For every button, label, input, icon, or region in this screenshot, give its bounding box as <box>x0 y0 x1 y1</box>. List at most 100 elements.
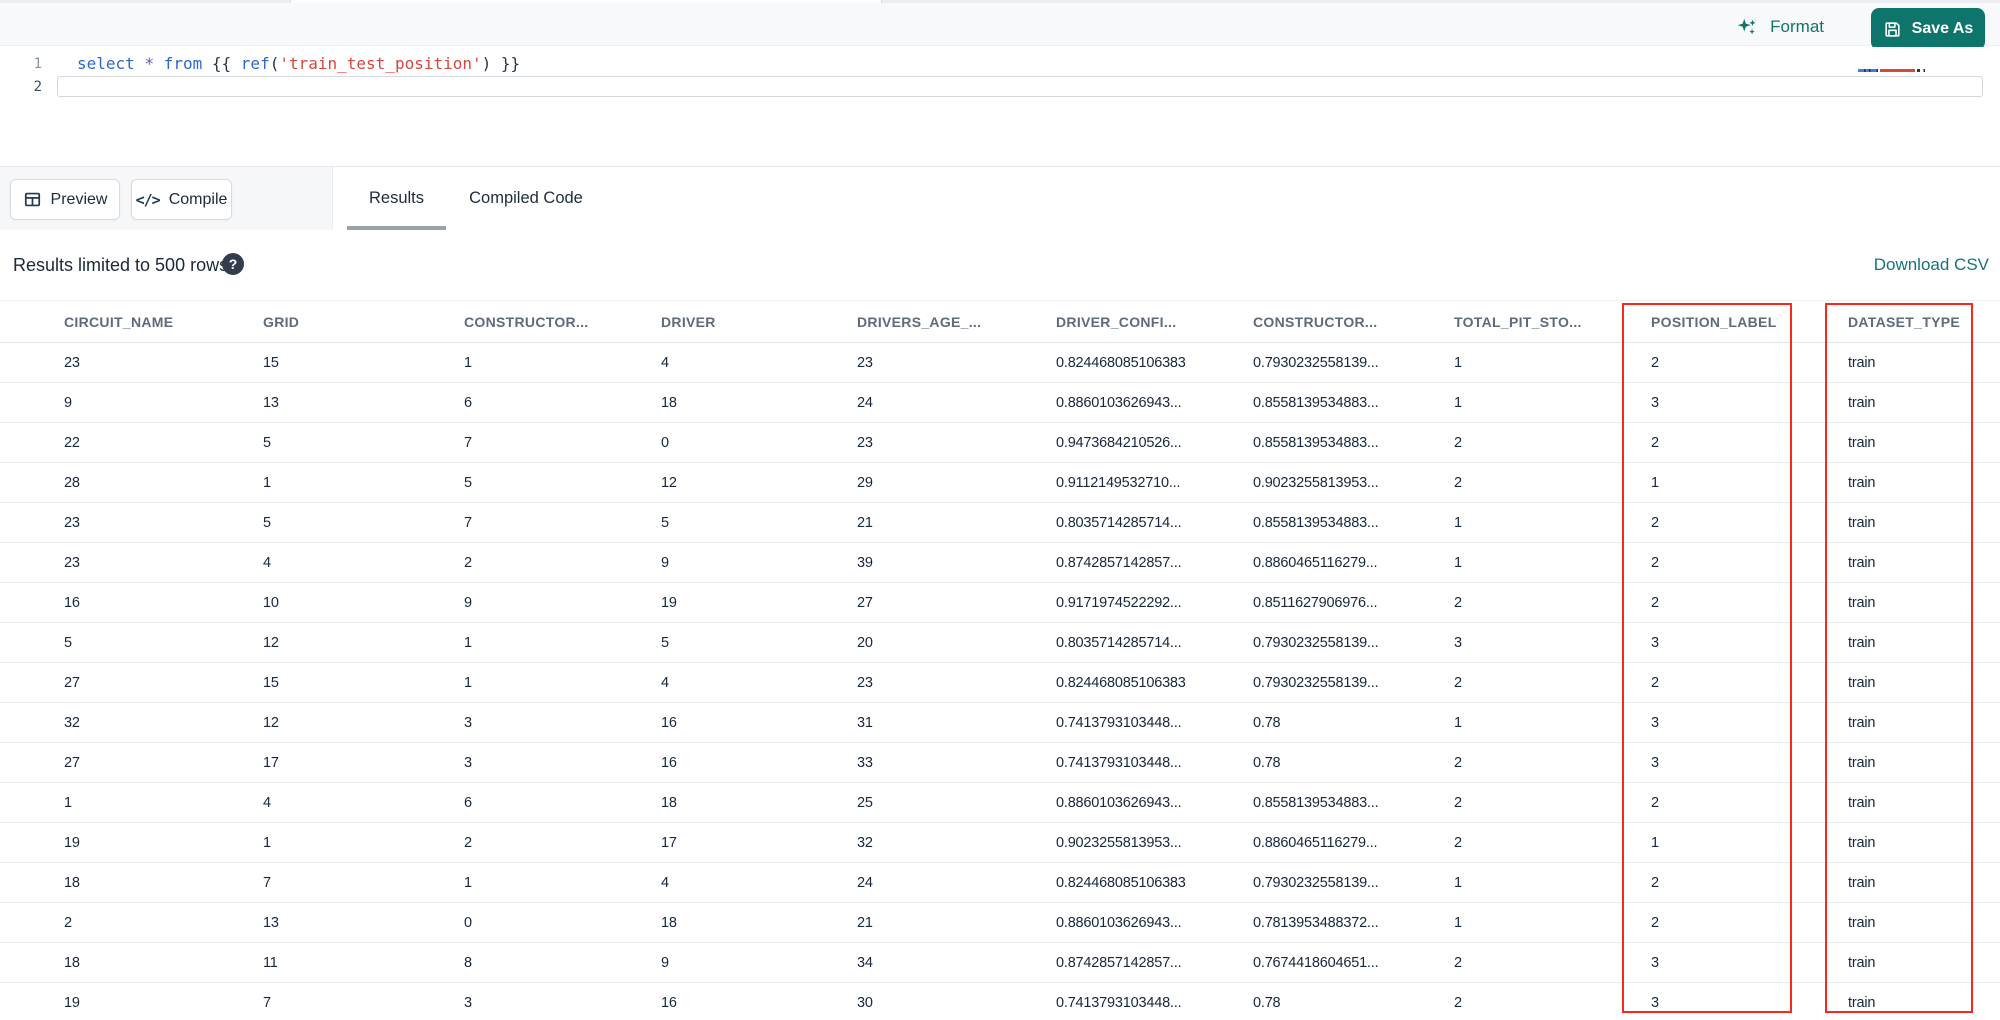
table-cell: 3 <box>1651 634 1659 651</box>
code-line-1[interactable]: select * from {{ ref('train_test_positio… <box>77 53 520 75</box>
table-cell: 0.824468085106383 <box>1056 674 1186 691</box>
table-cell: 32 <box>64 714 80 731</box>
table-cell: 1 <box>1454 554 1462 571</box>
table-cell: 0.78 <box>1253 714 1281 731</box>
tab-compiled-code[interactable]: Compiled Code <box>446 167 606 230</box>
compile-button[interactable]: </> Compile <box>131 179 232 220</box>
table-cell: 1 <box>464 674 472 691</box>
table-cell: 20 <box>857 634 873 651</box>
table-cell: 0.8558139534883... <box>1253 434 1379 451</box>
column-header: DRIVERS_AGE_... <box>857 313 982 330</box>
table-cell: 9 <box>661 954 669 971</box>
table-cell: 2 <box>64 914 72 931</box>
save-as-button[interactable]: Save As <box>1871 8 1985 50</box>
table-cell: 1 <box>64 794 72 811</box>
table-cell: 1 <box>1454 874 1462 891</box>
table-row: 5 12 1 5 20 0.8035714285714... 0.7930232558139… <box>0 623 2000 663</box>
table-row: 19 7 3 16 30 0.7413793103448... 0.78 2 3 train <box>0 983 2000 1020</box>
table-cell: train <box>1848 514 1876 531</box>
table-cell: 3 <box>1651 954 1659 971</box>
table-cell: 0.7930232558139... <box>1253 874 1379 891</box>
table-cell: 1 <box>464 634 472 651</box>
table-cell: 2 <box>1454 954 1462 971</box>
table-cell: 21 <box>857 514 873 531</box>
table-cell: train <box>1848 394 1876 411</box>
table-row: 1 4 6 18 25 0.8860103626943... 0.8558139534883… <box>0 783 2000 823</box>
table-cell: 5 <box>661 634 669 651</box>
code-token-ref: ref <box>240 54 270 73</box>
table-cell: 0.8860465116279... <box>1253 554 1378 571</box>
table-cell: 4 <box>661 674 669 691</box>
table-cell: 0.824468085106383 <box>1056 874 1186 891</box>
table-cell: train <box>1848 954 1876 971</box>
table-cell: 6 <box>464 394 472 411</box>
table-cell: 0.8035714285714... <box>1056 514 1182 531</box>
code-token-string: 'train_test_position' <box>279 54 482 73</box>
table-cell: 18 <box>661 794 677 811</box>
table-cell: 31 <box>857 714 873 731</box>
table-cell: 27 <box>64 754 80 771</box>
table-cell: 1 <box>1651 834 1659 851</box>
help-icon[interactable]: ? <box>222 253 244 275</box>
table-cell: 1 <box>1454 394 1462 411</box>
table-cell: 7 <box>263 874 271 891</box>
table-row: 27 17 3 16 33 0.7413793103448... 0.78 2 3 train <box>0 743 2000 783</box>
table-cell: 18 <box>661 914 677 931</box>
table-row: 18 11 8 9 34 0.8742857142857... 0.767441860465… <box>0 943 2000 983</box>
code-token-star: * <box>144 54 155 73</box>
line-number-1: 1 <box>33 56 42 72</box>
table-grid-icon <box>23 190 42 209</box>
table-cell: 3 <box>1651 754 1659 771</box>
table-cell: 29 <box>857 474 873 491</box>
table-cell: 17 <box>661 834 677 851</box>
sparkles-icon <box>1736 16 1758 38</box>
table-row: 19 1 2 17 32 0.9023255813953... 0.886046511627… <box>0 823 2000 863</box>
table-cell: 15 <box>263 354 279 371</box>
tab-results[interactable]: Results <box>347 167 446 230</box>
table-cell: train <box>1848 474 1876 491</box>
editor-minimap <box>1858 69 1942 72</box>
editor-active-line[interactable] <box>57 76 1983 97</box>
table-cell: 2 <box>1454 434 1462 451</box>
table-cell: 21 <box>857 914 873 931</box>
code-token-paren-open: ( <box>269 54 280 73</box>
table-cell: 0.78 <box>1253 994 1281 1011</box>
table-cell: 4 <box>661 874 669 891</box>
column-header: POSITION_LABEL <box>1651 313 1777 330</box>
table-cell: 1 <box>1651 474 1659 491</box>
table-cell: 2 <box>1454 674 1462 691</box>
table-cell: 27 <box>857 594 873 611</box>
table-row: 27 15 1 4 23 0.824468085106383 0.7930232558139… <box>0 663 2000 703</box>
table-cell: 7 <box>464 434 472 451</box>
table-row: 16 10 9 19 27 0.9171974522292... 0.85116279069… <box>0 583 2000 623</box>
table-cell: 0.824468085106383 <box>1056 354 1186 371</box>
table-cell: train <box>1848 994 1876 1011</box>
table-cell: 5 <box>263 434 271 451</box>
table-cell: 27 <box>64 674 80 691</box>
table-cell: 2 <box>1651 554 1659 571</box>
format-button[interactable]: Format <box>1736 14 1824 40</box>
table-cell: 2 <box>1454 754 1462 771</box>
table-cell: 3 <box>464 994 472 1011</box>
preview-button[interactable]: Preview <box>10 179 120 220</box>
table-cell: 0.9023255813953... <box>1056 834 1182 851</box>
table-cell: 19 <box>64 834 80 851</box>
table-cell: 5 <box>64 634 72 651</box>
table-cell: 3 <box>1454 634 1462 651</box>
table-cell: 3 <box>1651 394 1659 411</box>
column-header: CONSTRUCTOR... <box>1253 313 1378 330</box>
column-header: DATASET_TYPE <box>1848 313 1960 330</box>
column-header: CIRCUIT_NAME <box>64 313 174 330</box>
table-row: 18 7 1 4 24 0.824468085106383 0.7930232558139.… <box>0 863 2000 903</box>
table-cell: 4 <box>263 794 271 811</box>
table-cell: 1 <box>464 354 472 371</box>
table-cell: 0.8860103626943... <box>1056 914 1182 931</box>
table-cell: 33 <box>857 754 873 771</box>
table-cell: 28 <box>64 474 80 491</box>
table-cell: 0.7930232558139... <box>1253 674 1379 691</box>
table-row: 23 4 2 9 39 0.8742857142857... 0.8860465116279… <box>0 543 2000 583</box>
table-cell: 18 <box>661 394 677 411</box>
download-csv-link[interactable]: Download CSV <box>1874 255 1989 275</box>
table-cell: 2 <box>1651 514 1659 531</box>
table-cell: 3 <box>1651 994 1659 1011</box>
